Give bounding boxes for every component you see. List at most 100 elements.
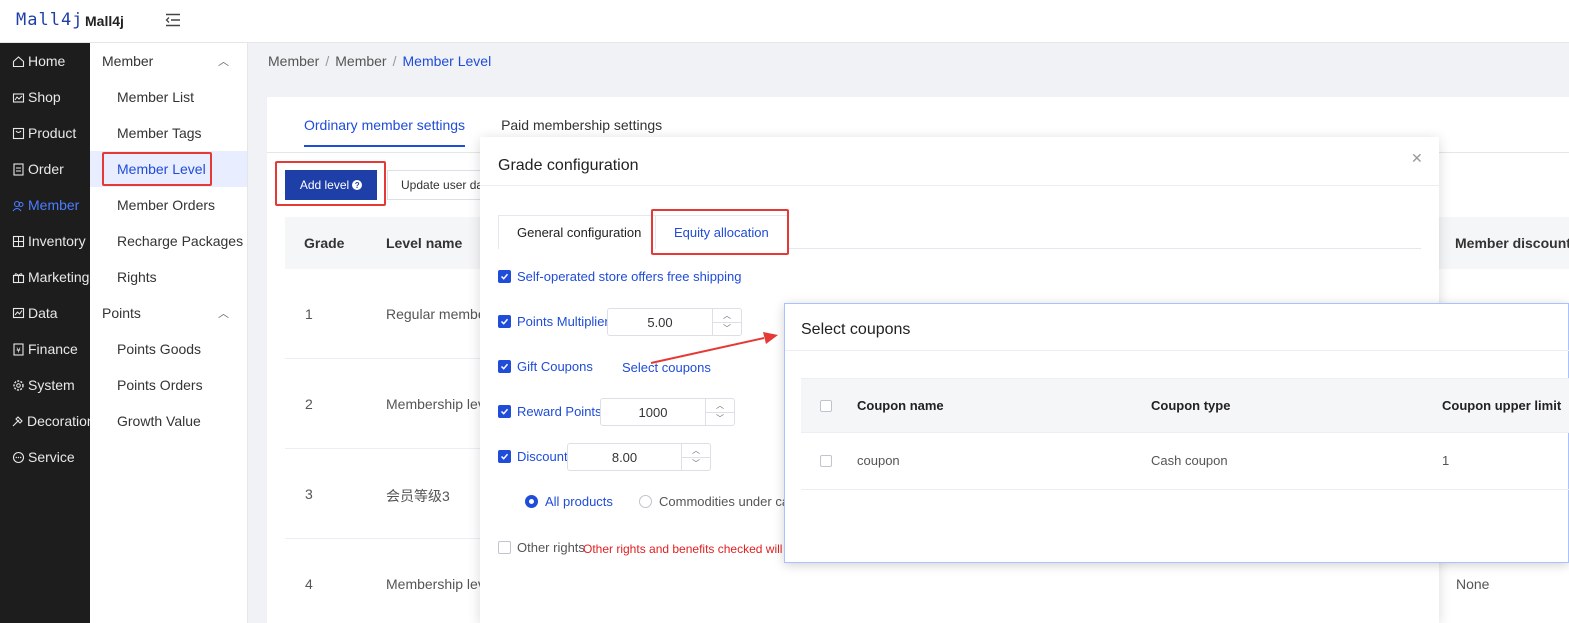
reward-points-stepper[interactable]: 1000 ︿ ﹀ — [600, 398, 735, 426]
nav-label-home: Home — [28, 53, 66, 69]
nav-label-shop: Shop — [28, 89, 61, 105]
main-nav: Home Shop Product Order Member Inventory… — [0, 43, 95, 623]
tab-general-configuration[interactable]: General configuration — [498, 215, 661, 249]
select-coupons-dialog: Select coupons Coupon name Coupon type C… — [784, 303, 1569, 563]
cell-coupon-type: Cash coupon — [1151, 453, 1228, 468]
cell-grade: 1 — [305, 306, 313, 322]
select-all-checkbox[interactable] — [820, 400, 832, 412]
shop-icon — [11, 90, 25, 104]
nav-item-service[interactable]: Service — [0, 439, 90, 475]
sub-nav: Member ︿ Member List Member Tags Member … — [90, 43, 248, 623]
nav-item-member[interactable]: Member — [0, 187, 90, 223]
subnav-item-recharge-packages[interactable]: Recharge Packages — [90, 223, 247, 259]
gift-coupons-label: Gift Coupons — [517, 359, 593, 374]
free-shipping-checkbox[interactable] — [498, 270, 511, 283]
stepper-arrows: ︿ ﹀ — [705, 399, 734, 425]
other-rights-label: Other rights — [517, 540, 585, 555]
points-multiplier-option: Points Multiplier — [498, 314, 609, 329]
cell-grade: 2 — [305, 396, 313, 412]
subnav-item-member-list[interactable]: Member List — [90, 79, 247, 115]
discount-value[interactable]: 8.00 — [568, 444, 681, 470]
dialog-divider — [480, 185, 1439, 186]
nav-label-system: System — [28, 377, 75, 393]
subnav-group-member[interactable]: Member ︿ — [90, 43, 247, 79]
finance-icon: ¥ — [11, 342, 25, 356]
subnav-item-points-goods[interactable]: Points Goods — [90, 331, 247, 367]
col-level-name: Level name — [386, 235, 463, 251]
cell-member-discount: None — [1456, 576, 1490, 592]
chevron-up-icon: ︿ — [218, 56, 229, 68]
nav-label-marketing: Marketing — [28, 269, 90, 285]
col-grade: Grade — [304, 235, 345, 251]
reward-points-value[interactable]: 1000 — [601, 399, 705, 425]
subnav-item-growth-value[interactable]: Growth Value — [90, 403, 247, 439]
points-multiplier-checkbox[interactable] — [498, 315, 511, 328]
close-icon[interactable]: ✕ — [1411, 150, 1423, 167]
chevron-up-icon[interactable]: ︿ — [713, 309, 741, 323]
subnav-item-rights[interactable]: Rights — [90, 259, 247, 295]
col-member-discount: Member discount — [1455, 235, 1569, 251]
subnav-item-member-orders[interactable]: Member Orders — [90, 187, 247, 223]
nav-label-product: Product — [28, 125, 77, 141]
discount-checkbox[interactable] — [498, 450, 511, 463]
discount-option: Discount — [498, 449, 568, 464]
nav-item-finance[interactable]: ¥ Finance — [0, 331, 90, 367]
select-coupons-link[interactable]: Select coupons — [622, 360, 711, 375]
points-multiplier-value[interactable]: 5.00 — [608, 309, 712, 335]
cell-grade: 3 — [305, 486, 313, 502]
top-header: Mall4j Mall4j — [0, 0, 1569, 43]
free-shipping-label: Self-operated store offers free shipping — [517, 269, 742, 284]
subnav-item-points-orders[interactable]: Points Orders — [90, 367, 247, 403]
nav-label-decoration: Decoration — [27, 413, 95, 429]
chevron-up-icon[interactable]: ︿ — [682, 444, 710, 458]
points-multiplier-stepper[interactable]: 5.00 ︿ ﹀ — [607, 308, 742, 336]
chevron-down-icon[interactable]: ﹀ — [706, 413, 734, 426]
nav-item-system[interactable]: System — [0, 367, 90, 403]
tab-ordinary-member[interactable]: Ordinary member settings — [304, 117, 466, 147]
chevron-down-icon[interactable]: ﹀ — [713, 323, 741, 336]
product-icon — [11, 126, 25, 140]
category-radio[interactable] — [639, 495, 652, 508]
gear-icon — [11, 378, 25, 392]
subnav-item-member-tags[interactable]: Member Tags — [90, 115, 247, 151]
breadcrumb-separator: / — [325, 53, 330, 69]
nav-item-shop[interactable]: Shop — [0, 79, 90, 115]
stepper-arrows: ︿ ﹀ — [681, 444, 710, 470]
all-products-label: All products — [545, 494, 613, 509]
menu-collapse-icon[interactable] — [165, 13, 181, 27]
subnav-group-label: Member — [102, 53, 154, 69]
chevron-up-icon[interactable]: ︿ — [706, 399, 734, 413]
breadcrumb-item[interactable]: Member — [268, 53, 319, 69]
nav-item-decoration[interactable]: Decoration — [0, 403, 95, 439]
gift-coupons-checkbox[interactable] — [498, 360, 511, 373]
nav-item-inventory[interactable]: Inventory — [0, 223, 90, 259]
breadcrumb-item[interactable]: Member — [335, 53, 386, 69]
nav-label-service: Service — [28, 449, 75, 465]
coupon-row-checkbox[interactable] — [820, 455, 832, 467]
other-rights-checkbox[interactable] — [498, 541, 511, 554]
nav-item-order[interactable]: Order — [0, 151, 90, 187]
coupons-table-row[interactable]: coupon Cash coupon 1 — [801, 433, 1569, 490]
gift-coupons-option: Gift Coupons — [498, 359, 593, 374]
nav-item-marketing[interactable]: Marketing — [0, 259, 90, 295]
highlight-equity-allocation — [651, 209, 789, 255]
reward-points-checkbox[interactable] — [498, 405, 511, 418]
breadcrumb: Member / Member / Member Level — [268, 53, 491, 69]
chat-icon — [11, 450, 25, 464]
col-coupon-upper-limit: Coupon upper limit — [1442, 398, 1562, 413]
chevron-up-icon: ︿ — [218, 308, 229, 320]
nav-item-data[interactable]: Data — [0, 295, 90, 331]
nav-item-home[interactable]: Home — [0, 43, 90, 79]
discount-stepper[interactable]: 8.00 ︿ ﹀ — [567, 443, 711, 471]
subnav-group-points[interactable]: Points ︿ — [90, 295, 247, 331]
nav-label-member: Member — [28, 197, 80, 213]
nav-label-data: Data — [28, 305, 58, 321]
cell-coupon-name: coupon — [857, 453, 900, 468]
highlight-member-level — [102, 152, 212, 186]
points-multiplier-label: Points Multiplier — [517, 314, 609, 329]
chevron-down-icon[interactable]: ﹀ — [682, 458, 710, 471]
nav-label-inventory: Inventory — [28, 233, 86, 249]
nav-item-product[interactable]: Product — [0, 115, 90, 151]
dialog-title: Grade configuration — [498, 157, 639, 174]
all-products-radio[interactable] — [525, 495, 538, 508]
